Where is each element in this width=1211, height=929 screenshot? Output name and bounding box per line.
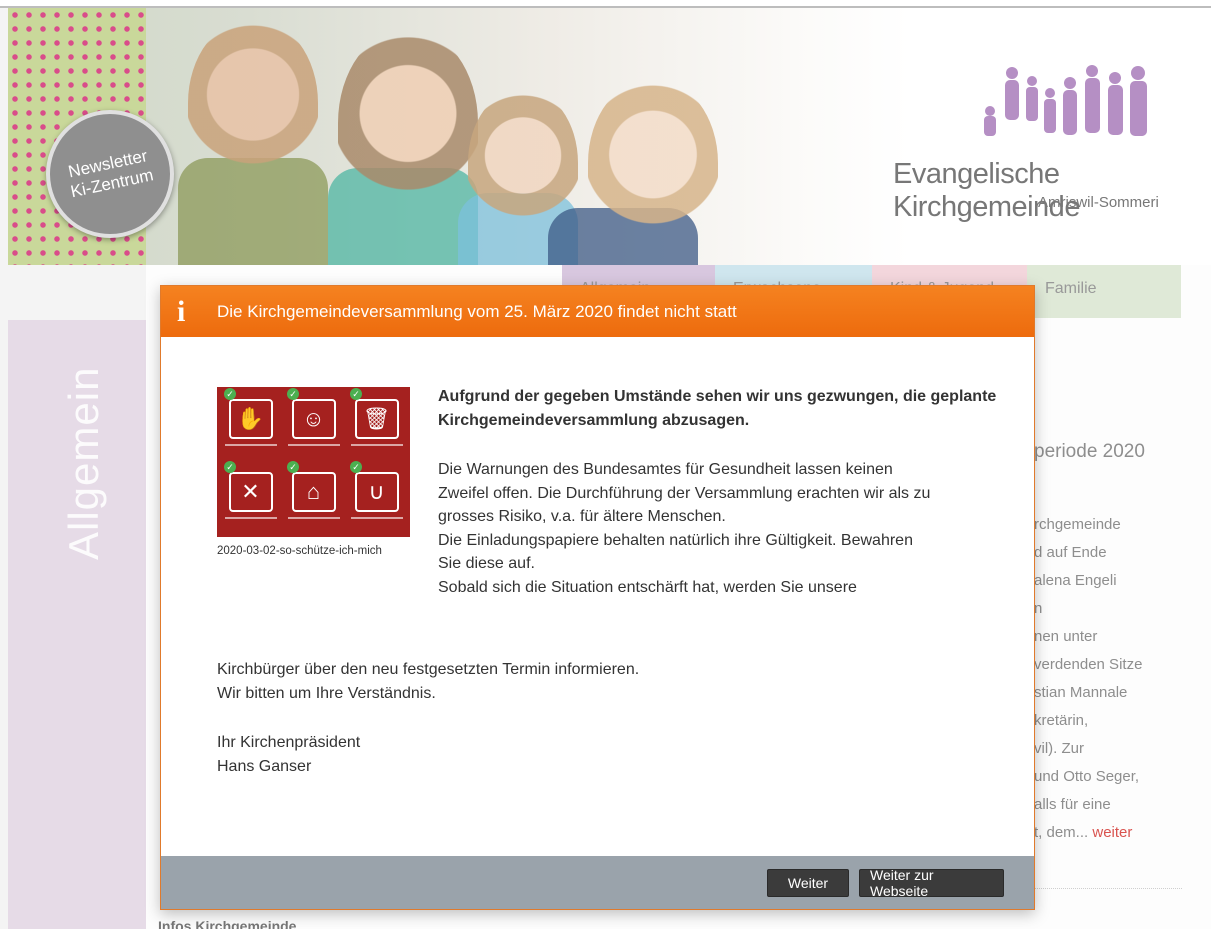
- check-icon: ✓: [287, 388, 299, 400]
- hero-photo-part: [188, 18, 318, 188]
- news-line: und Otto Seger,: [1034, 768, 1140, 785]
- hero-photo-part: [338, 28, 478, 218]
- body-line: Sobald sich die Situation entschärft hat…: [438, 578, 857, 596]
- church-logo-icon: [984, 65, 1147, 136]
- announcement-modal: i Die Kirchgemeindeversammlung vom 25. M…: [160, 285, 1035, 910]
- body-line: Sie diese auf.: [438, 555, 535, 572]
- poster-tile: ✓ ✋: [221, 388, 280, 460]
- signature-role: Ihr Kirchenpräsident: [217, 734, 361, 751]
- poster-tile: ✓ ✕: [221, 461, 280, 533]
- body-line: Kirchbürger über den neu festgesetzten T…: [217, 661, 640, 678]
- news-line: rchgemeinde: [1034, 516, 1121, 533]
- logo-title: Evangelische Kirchgemeinde: [893, 158, 1080, 223]
- info-icon: i: [177, 294, 186, 328]
- body-paragraph-continued: Kirchbürger über den neu festgesetzten T…: [217, 658, 977, 705]
- tab-familie[interactable]: Familie: [1027, 265, 1181, 318]
- stethoscope-icon: ∪: [354, 472, 399, 512]
- body-line: grosses Risiko, v.a. für ältere Menschen…: [438, 508, 726, 525]
- body-line: Die Einladungspapiere behalten natürlich…: [438, 531, 913, 549]
- hero-photo-part: [468, 88, 578, 238]
- news-line: d auf Ende: [1034, 544, 1107, 561]
- trash-bin-icon: 🗑: [354, 399, 399, 439]
- modal-footer: Weiter Weiter zur Webseite: [161, 856, 1034, 909]
- image-caption: 2020-03-02-so-schütze-ich-mich: [217, 545, 382, 557]
- divider: [1034, 888, 1182, 889]
- poster-caption-lines: [350, 517, 403, 519]
- news-line: verdenden Sitze: [1034, 656, 1143, 673]
- sidebar-top: [8, 265, 146, 320]
- no-handshake-icon: ✕: [228, 472, 273, 512]
- news-heading: periode 2020: [1034, 441, 1145, 462]
- news-line: stian Mannale: [1034, 684, 1128, 701]
- poster-caption-lines: [287, 517, 340, 519]
- body-line: Die Warnungen des Bundesamtes für Gesund…: [438, 461, 893, 478]
- modal-body: ✓ ✋ ✓ ☺ ✓ 🗑 ✓ ✕ ✓ ⌂ ✓ ∪ 2020-03-02-so-schütze-…: [161, 337, 1034, 856]
- signature: Ihr Kirchenpräsident Hans Ganser: [217, 731, 360, 779]
- top-line: [0, 0, 1211, 8]
- poster-caption-lines: [224, 444, 277, 446]
- modal-header: i Die Kirchgemeindeversammlung vom 25. M…: [161, 286, 1034, 337]
- protection-poster-image[interactable]: ✓ ✋ ✓ ☺ ✓ 🗑 ✓ ✕ ✓ ⌂ ✓ ∪: [217, 387, 410, 537]
- news-line: nen unter: [1034, 628, 1098, 645]
- body-line: Zweifel offen. Die Durchführung der Vers…: [438, 484, 931, 502]
- poster-caption-lines: [224, 517, 277, 519]
- hero-photo-part: [588, 78, 718, 248]
- poster-caption-lines: [287, 444, 340, 446]
- check-icon: ✓: [224, 388, 236, 400]
- header-banner: Evangelische Kirchgemeinde Amriswil-Somm…: [8, 8, 1211, 265]
- read-more-link[interactable]: weiter: [1092, 824, 1132, 841]
- logo-subtitle: Amriswil-Sommeri: [1038, 194, 1159, 211]
- news-line: alls für eine: [1034, 796, 1111, 813]
- news-line: t, dem...: [1034, 824, 1089, 841]
- body-line: Wir bitten um Ihre Verständnis.: [217, 684, 436, 702]
- check-icon: ✓: [287, 461, 299, 473]
- news-excerpt: rchgemeinde d auf Ende alena Engeli n ne…: [1034, 511, 1184, 847]
- check-icon: ✓: [350, 388, 362, 400]
- news-line: kretärin,: [1034, 712, 1089, 729]
- poster-tile: ✓ ∪: [347, 461, 406, 533]
- check-icon: ✓: [350, 461, 362, 473]
- poster-tile: ✓ ☺: [284, 388, 343, 460]
- news-line-last: t, dem... weiter: [1034, 819, 1184, 847]
- house-icon: ⌂: [291, 472, 336, 512]
- body-paragraph: Die Warnungen des Bundesamtes für Gesund…: [438, 458, 998, 599]
- cough-icon: ☺: [291, 399, 336, 439]
- poster-tile: ✓ 🗑: [347, 388, 406, 460]
- news-line: alena Engeli: [1034, 572, 1117, 589]
- poster-caption-lines: [350, 444, 403, 446]
- news-line: n: [1034, 600, 1043, 617]
- next-button[interactable]: Weiter: [767, 868, 849, 897]
- news-line: vil). Zur: [1034, 740, 1084, 757]
- hand-wash-icon: ✋: [228, 399, 273, 439]
- lead-text: Aufgrund der gegeben Umstände sehen wir …: [438, 388, 997, 429]
- signature-name: Hans Ganser: [217, 758, 312, 775]
- modal-title: Die Kirchgemeindeversammlung vom 25. Mär…: [217, 301, 737, 321]
- check-icon: ✓: [224, 461, 236, 473]
- sidebar-section-label: Allgemein: [60, 366, 107, 560]
- continue-to-website-button[interactable]: Weiter zur Webseite: [859, 867, 1004, 899]
- poster-tile: ✓ ⌂: [284, 461, 343, 533]
- section-title: Infos Kirchgemeinde: [158, 918, 297, 929]
